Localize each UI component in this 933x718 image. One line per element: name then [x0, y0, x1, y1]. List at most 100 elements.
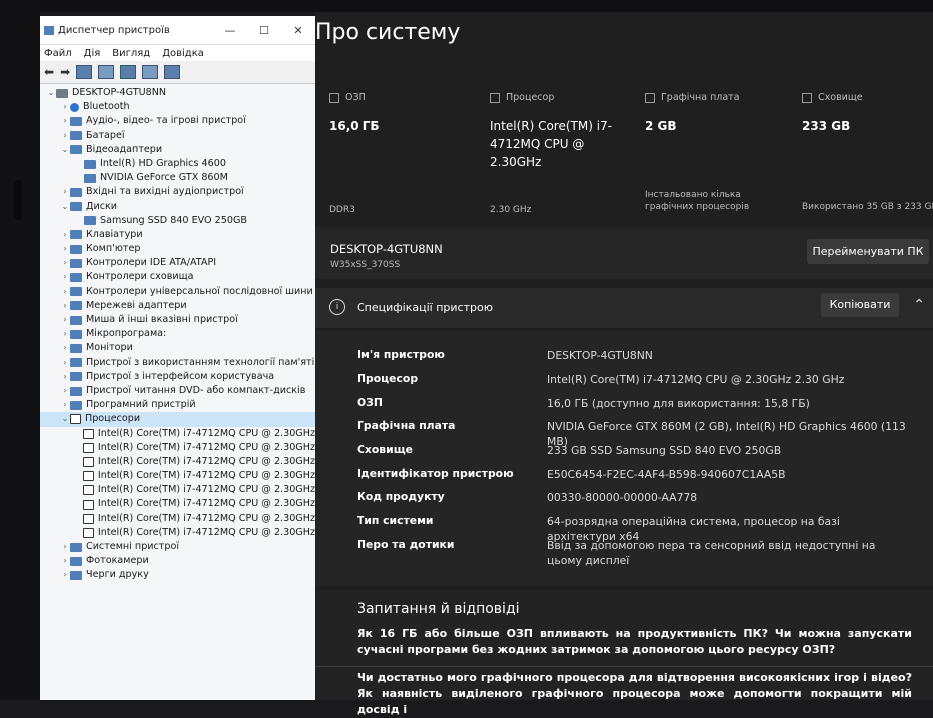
- properties-icon[interactable]: [76, 65, 93, 79]
- chevron-right-icon[interactable]: ›: [60, 114, 70, 128]
- tree-item[interactable]: NVIDIA GeForce GTX 860M: [40, 171, 315, 185]
- chevron-right-icon[interactable]: ›: [60, 327, 70, 341]
- copy-button[interactable]: Копіювати: [821, 293, 899, 317]
- chevron-down-icon[interactable]: ⌄: [60, 200, 70, 214]
- tree-item[interactable]: › Програмний пристрій: [40, 398, 315, 412]
- device-category-icon: [70, 202, 82, 212]
- list-view-icon[interactable]: [98, 65, 115, 79]
- ram-icon: [329, 92, 339, 103]
- scan-hardware-icon[interactable]: [164, 65, 181, 79]
- spec-key: Сховище: [357, 443, 413, 456]
- maximize-icon[interactable]: ☐: [247, 24, 281, 37]
- tree-item[interactable]: › Монітори: [40, 341, 315, 355]
- device-manager-window: Диспетчер пристроїв — ☐ ✕ Файл Дія Вигля…: [40, 16, 315, 700]
- processor-icon: [82, 513, 94, 524]
- tree-item[interactable]: ⌄ Диски: [40, 200, 315, 214]
- tree-item[interactable]: › Мережеві адаптери: [40, 299, 315, 313]
- tree-item-label: Клавіатури: [86, 228, 143, 240]
- chevron-right-icon[interactable]: ›: [60, 270, 70, 284]
- device-category-icon: [84, 216, 96, 226]
- qa-question-2[interactable]: Чи достатньо мого графічного процесора д…: [357, 670, 912, 718]
- chevron-right-icon[interactable]: ›: [60, 299, 70, 313]
- tree-item[interactable]: Intel(R) Core(TM) i7-4712MQ CPU @ 2.30GH…: [40, 512, 315, 526]
- chevron-right-icon[interactable]: ›: [60, 285, 70, 299]
- tree-item[interactable]: Intel(R) Core(TM) i7-4712MQ CPU @ 2.30GH…: [40, 483, 315, 497]
- tree-item[interactable]: › Фотокамери: [40, 554, 315, 568]
- menu-view[interactable]: Вигляд: [112, 48, 150, 59]
- chevron-right-icon[interactable]: ›: [60, 100, 70, 114]
- ram-card: ОЗП 16,0 ГБ DDR3: [329, 92, 380, 215]
- chevron-right-icon[interactable]: ›: [60, 256, 70, 270]
- tree-item[interactable]: › Черги друку: [40, 568, 315, 582]
- back-arrow-icon[interactable]: ⬅: [44, 65, 54, 79]
- device-category-icon: [70, 343, 82, 353]
- tree-item[interactable]: › Контролери IDE ATA/ATAPI: [40, 256, 315, 270]
- tree-item[interactable]: Intel(R) HD Graphics 4600: [40, 157, 315, 171]
- rename-pc-button[interactable]: Перейменувати ПК: [807, 239, 929, 264]
- tree-item[interactable]: › Аудіо-, відео- та ігрові пристрої: [40, 114, 315, 128]
- chevron-right-icon[interactable]: ›: [60, 356, 70, 370]
- chevron-down-icon[interactable]: ⌄: [60, 412, 70, 426]
- device-category-icon: [70, 230, 82, 240]
- tree-item[interactable]: Samsung SSD 840 EVO 250GB: [40, 214, 315, 228]
- chevron-right-icon[interactable]: ›: [60, 313, 70, 327]
- tree-item[interactable]: Intel(R) Core(TM) i7-4712MQ CPU @ 2.30GH…: [40, 497, 315, 511]
- tree-item-label: Пристрої з інтерфейсом користувача: [86, 370, 275, 382]
- tree-item[interactable]: › Вхідні та вихідні аудіопристрої: [40, 185, 315, 199]
- tree-item[interactable]: ⌄ Процесори: [40, 412, 315, 427]
- spec-value: Intel(R) Core(TM) i7-4712MQ CPU @ 2.30GH…: [547, 373, 845, 386]
- tree-item[interactable]: Intel(R) Core(TM) i7-4712MQ CPU @ 2.30GH…: [40, 526, 315, 540]
- tree-item[interactable]: Intel(R) Core(TM) i7-4712MQ CPU @ 2.30GH…: [40, 441, 315, 455]
- tree-item-label: Мікропрограма:: [86, 328, 167, 340]
- tree-item[interactable]: Intel(R) Core(TM) i7-4712MQ CPU @ 2.30GH…: [40, 469, 315, 483]
- chevron-right-icon[interactable]: ›: [60, 242, 70, 256]
- chevron-right-icon[interactable]: ›: [60, 129, 70, 143]
- chevron-right-icon[interactable]: ›: [60, 341, 70, 355]
- screen-bezel-left: [0, 0, 40, 700]
- tree-item[interactable]: › Пристрої з інтерфейсом користувача: [40, 370, 315, 384]
- minimize-icon[interactable]: —: [213, 24, 247, 37]
- device-category-icon: [70, 116, 82, 126]
- cpu-icon: [490, 92, 500, 103]
- tree-item-label: Аудіо-, відео- та ігрові пристрої: [86, 115, 246, 127]
- chevron-right-icon[interactable]: ›: [60, 228, 70, 242]
- help-icon[interactable]: [120, 65, 137, 79]
- spec-key: Код продукту: [357, 490, 445, 503]
- tree-item[interactable]: › Пристрої з використанням технології пам…: [40, 356, 315, 370]
- tree-item[interactable]: › Контролери універсальної послідовної ши…: [40, 285, 315, 299]
- tree-item[interactable]: › Системні пристрої: [40, 540, 315, 554]
- tree-item[interactable]: › Комп'ютер: [40, 242, 315, 256]
- tree-item[interactable]: › Клавіатури: [40, 228, 315, 242]
- chevron-right-icon[interactable]: ›: [60, 554, 70, 568]
- chevron-right-icon[interactable]: ›: [60, 185, 70, 199]
- tree-item[interactable]: › Миша й інші вказівні пристрої: [40, 313, 315, 327]
- tree-item[interactable]: › Мікропрограма:: [40, 327, 315, 341]
- device-view-icon[interactable]: [142, 65, 159, 79]
- device-manager-titlebar: Диспетчер пристроїв — ☐ ✕: [40, 16, 315, 45]
- chevron-right-icon[interactable]: ›: [60, 568, 70, 582]
- chevron-down-icon[interactable]: ⌄: [46, 86, 56, 100]
- ram-sub: DDR3: [329, 205, 355, 215]
- chevron-right-icon[interactable]: ›: [60, 398, 70, 412]
- tree-item[interactable]: › Пристрої читання DVD- або компакт-дискі…: [40, 384, 315, 398]
- tree-item[interactable]: › Батареї: [40, 129, 315, 143]
- device-category-icon: [70, 187, 82, 197]
- tree-item[interactable]: › Контролери сховища: [40, 270, 315, 284]
- tree-item[interactable]: ⌄ Відеоадаптери: [40, 143, 315, 157]
- chevron-up-icon[interactable]: ⌃: [913, 297, 925, 313]
- close-icon[interactable]: ✕: [281, 24, 315, 37]
- tree-item[interactable]: Intel(R) Core(TM) i7-4712MQ CPU @ 2.30GH…: [40, 455, 315, 469]
- qa-question-1[interactable]: Як 16 ГБ або більше ОЗП впливають на про…: [357, 626, 912, 658]
- tree-item[interactable]: › Bluetooth: [40, 100, 315, 114]
- chevron-down-icon[interactable]: ⌄: [60, 143, 70, 157]
- menu-action[interactable]: Дія: [84, 48, 101, 59]
- forward-arrow-icon[interactable]: ➡: [60, 65, 70, 79]
- chevron-right-icon[interactable]: ›: [60, 540, 70, 554]
- chevron-right-icon[interactable]: ›: [60, 370, 70, 384]
- tree-item[interactable]: Intel(R) Core(TM) i7-4712MQ CPU @ 2.30GH…: [40, 427, 315, 441]
- menu-help[interactable]: Довідка: [162, 48, 204, 59]
- menu-file[interactable]: Файл: [44, 48, 72, 59]
- chevron-right-icon[interactable]: ›: [60, 384, 70, 398]
- tree-item[interactable]: ⌄ DESKTOP-4GTU8NN: [40, 86, 315, 100]
- spec-header[interactable]: i Специфікації пристрою Копіювати ⌃: [315, 288, 933, 328]
